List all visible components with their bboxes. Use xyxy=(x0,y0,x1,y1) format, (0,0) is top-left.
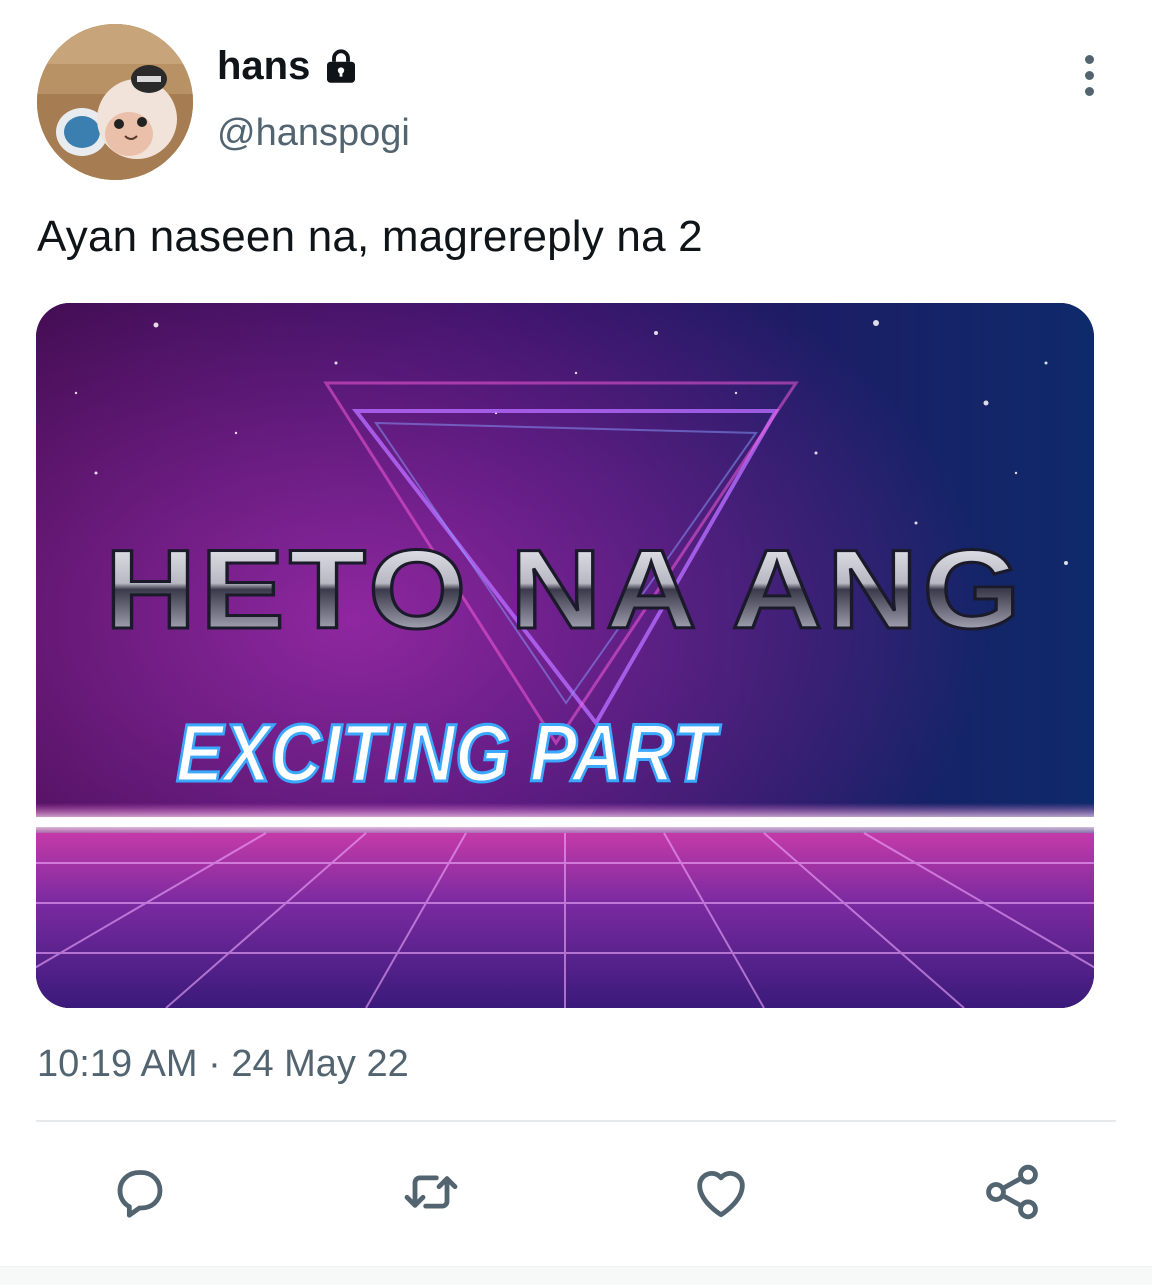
divider xyxy=(36,1120,1116,1122)
share-icon xyxy=(986,1164,1038,1220)
more-vertical-icon xyxy=(1084,70,1094,80)
lock-icon xyxy=(320,46,362,88)
reply-button[interactable] xyxy=(108,1160,172,1224)
bottom-bar xyxy=(0,1266,1152,1285)
more-vertical-icon xyxy=(1084,54,1094,64)
media-title-text: HETO NA ANG xyxy=(105,527,1025,652)
retweet-icon xyxy=(404,1175,458,1209)
tweet-text: Ayan naseen na, magrereply na 2 xyxy=(37,212,703,261)
more-options-button[interactable] xyxy=(1064,50,1114,100)
tweet-media-image[interactable]: HETO NA ANG EXCITING PART xyxy=(36,303,1094,1008)
avatar-image xyxy=(37,24,193,180)
avatar[interactable] xyxy=(37,24,193,180)
media-subtitle-text: EXCITING PART xyxy=(176,708,721,799)
author-handle[interactable]: @hanspogi xyxy=(217,112,410,155)
retweet-button[interactable] xyxy=(399,1160,463,1224)
more-vertical-icon xyxy=(1084,86,1094,96)
share-button[interactable] xyxy=(980,1160,1044,1224)
reply-icon xyxy=(117,1170,163,1218)
like-button[interactable] xyxy=(689,1160,753,1224)
display-name[interactable]: hans xyxy=(217,44,310,89)
heart-icon xyxy=(697,1171,745,1218)
tweet-timestamp[interactable]: 10:19 AM · 24 May 22 xyxy=(37,1043,409,1086)
tweet-card: hans @hanspogi Ayan naseen na, magrerepl… xyxy=(0,0,1152,1285)
author-name-row[interactable]: hans xyxy=(217,44,362,89)
